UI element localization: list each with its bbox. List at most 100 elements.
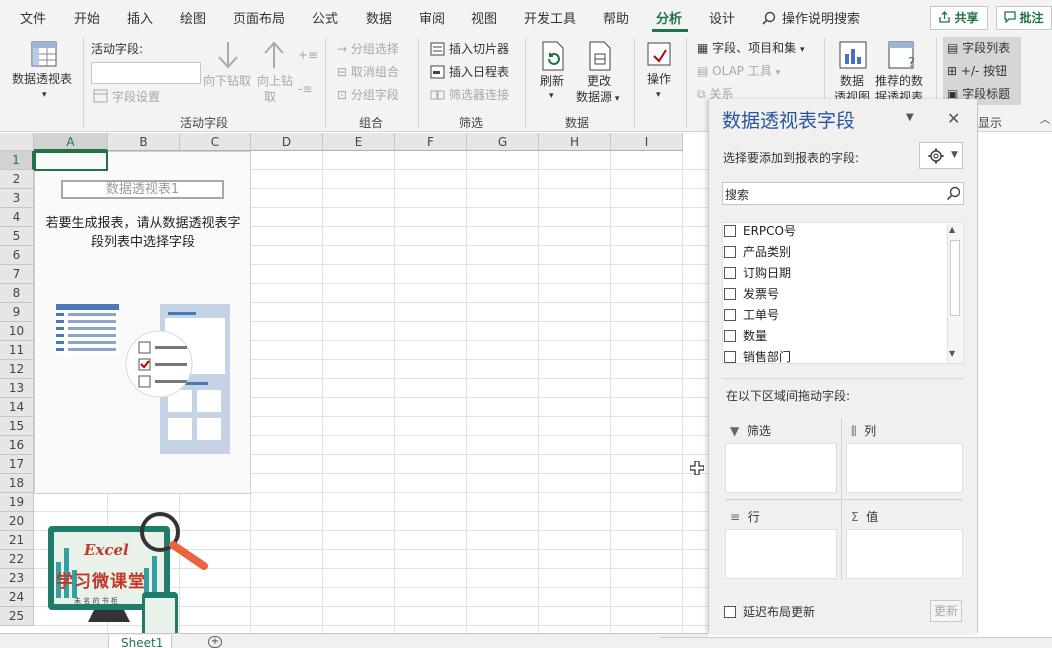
- row-header[interactable]: 9: [0, 303, 34, 322]
- chevron-down-icon[interactable]: ▾: [656, 88, 661, 102]
- row-header[interactable]: 1: [0, 151, 34, 170]
- row-header[interactable]: 5: [0, 227, 34, 246]
- row-header[interactable]: 8: [0, 284, 34, 303]
- field-item[interactable]: 订购日期: [724, 263, 791, 283]
- row-header[interactable]: 23: [0, 569, 34, 588]
- menu-tab[interactable]: 开发工具: [524, 8, 576, 27]
- refresh-button[interactable]: 刷新: [540, 74, 564, 88]
- row-header[interactable]: 18: [0, 474, 34, 493]
- pivot-chart-button[interactable]: 数据: [840, 74, 864, 88]
- columns-drop-area[interactable]: [846, 443, 963, 493]
- row-header[interactable]: 20: [0, 512, 34, 531]
- olap-tools-button[interactable]: ▤ OLAP 工具 ▾: [697, 64, 780, 80]
- row-header[interactable]: 10: [0, 322, 34, 341]
- sheet-tab[interactable]: Sheet1: [108, 635, 172, 648]
- row-header[interactable]: 11: [0, 341, 34, 360]
- field-item[interactable]: ERPCO号: [724, 221, 796, 241]
- horizontal-scrollbar[interactable]: [660, 637, 1052, 648]
- menu-tab[interactable]: 页面布局: [233, 8, 285, 27]
- defer-layout-update[interactable]: 延迟布局更新: [724, 603, 815, 620]
- column-header[interactable]: D: [251, 133, 323, 151]
- drill-up-button[interactable]: 向上钻: [257, 74, 293, 88]
- field-item[interactable]: 产品类别: [724, 242, 791, 262]
- row-header[interactable]: 16: [0, 436, 34, 455]
- pivot-table-button[interactable]: 数据透视表: [12, 72, 72, 86]
- add-sheet-icon[interactable]: +: [208, 636, 222, 648]
- ungroup-button[interactable]: ⊟ 取消组合: [337, 65, 399, 79]
- actions-button[interactable]: 操作: [647, 72, 671, 86]
- chevron-down-icon[interactable]: ▾: [549, 89, 554, 103]
- column-header[interactable]: I: [611, 133, 683, 151]
- field-item[interactable]: 销售部门: [724, 347, 791, 367]
- row-header[interactable]: 13: [0, 379, 34, 398]
- menu-tab[interactable]: 审阅: [419, 8, 445, 27]
- comment-button[interactable]: 批注: [996, 6, 1052, 30]
- column-header[interactable]: E: [323, 133, 395, 151]
- select-all-corner[interactable]: [0, 133, 34, 151]
- field-checkbox[interactable]: [724, 350, 736, 363]
- group-field-button[interactable]: ⊡ 分组字段: [337, 88, 399, 102]
- worksheet-grid-right[interactable]: [978, 133, 1052, 648]
- menu-tab[interactable]: 插入: [127, 8, 153, 27]
- insert-timeline-button[interactable]: 插入日程表: [449, 65, 509, 79]
- column-header[interactable]: G: [467, 133, 539, 151]
- field-checkbox[interactable]: [724, 266, 736, 279]
- change-data-source-button[interactable]: 更改: [587, 74, 611, 88]
- menu-tab[interactable]: 视图: [471, 8, 497, 27]
- drill-down-button[interactable]: 向下钻取: [203, 74, 251, 88]
- search-icon[interactable]: [946, 186, 961, 201]
- column-header[interactable]: F: [395, 133, 467, 151]
- scroll-down-icon[interactable]: ▼: [949, 349, 955, 358]
- menu-tab[interactable]: 绘图: [180, 8, 206, 27]
- expand-field-icon[interactable]: +≡: [298, 48, 318, 62]
- menu-tab[interactable]: 数据: [366, 8, 392, 27]
- field-checkbox[interactable]: [724, 245, 736, 258]
- menu-tab[interactable]: 设计: [709, 8, 735, 27]
- rows-drop-area[interactable]: [725, 529, 837, 579]
- row-header[interactable]: 4: [0, 208, 34, 227]
- field-settings-button[interactable]: 字段设置: [112, 90, 160, 104]
- collapse-field-icon[interactable]: -≡: [298, 82, 312, 96]
- field-item[interactable]: 数量: [724, 326, 767, 346]
- field-list-scrollbar[interactable]: ▲ ▼: [947, 224, 962, 363]
- column-header[interactable]: B: [108, 133, 180, 151]
- menu-tab[interactable]: 分析: [656, 8, 682, 27]
- values-drop-area[interactable]: [846, 529, 963, 579]
- field-checkbox[interactable]: [724, 224, 736, 237]
- filter-connections-button[interactable]: 筛选器连接: [449, 88, 509, 102]
- row-header[interactable]: 12: [0, 360, 34, 379]
- close-icon[interactable]: ✕: [947, 109, 960, 128]
- row-header[interactable]: 15: [0, 417, 34, 436]
- field-search-input[interactable]: [722, 182, 964, 205]
- field-item[interactable]: 工单号: [724, 305, 779, 325]
- field-checkbox[interactable]: [724, 287, 736, 300]
- group-selection-button[interactable]: → 分组选择: [337, 42, 399, 56]
- row-header[interactable]: 24: [0, 588, 34, 607]
- menu-tab[interactable]: 文件: [20, 8, 46, 27]
- tell-me-search[interactable]: 操作说明搜索: [762, 8, 860, 27]
- column-header[interactable]: H: [539, 133, 611, 151]
- row-header[interactable]: 2: [0, 170, 34, 189]
- defer-checkbox[interactable]: [724, 605, 736, 618]
- menu-tab[interactable]: 帮助: [603, 8, 629, 27]
- field-list-toggle[interactable]: ▤ 字段列表: [947, 41, 1010, 55]
- row-header[interactable]: 14: [0, 398, 34, 417]
- column-header[interactable]: A: [34, 133, 108, 151]
- row-header[interactable]: 17: [0, 455, 34, 474]
- selected-cell-a1[interactable]: [34, 151, 108, 171]
- row-header[interactable]: 7: [0, 265, 34, 284]
- row-header[interactable]: 21: [0, 531, 34, 550]
- column-header[interactable]: C: [180, 133, 251, 151]
- menu-tab[interactable]: 开始: [74, 8, 100, 27]
- pane-tools-button[interactable]: ▼: [919, 142, 963, 169]
- active-field-input[interactable]: [91, 62, 201, 84]
- chevron-down-icon[interactable]: ▾: [42, 88, 47, 102]
- recommended-pivot-button[interactable]: 推荐的数: [875, 74, 923, 88]
- scrollbar-thumb[interactable]: [950, 240, 960, 316]
- fields-items-sets-button[interactable]: ▦ 字段、项目和集 ▾: [697, 41, 805, 57]
- menu-tab[interactable]: 公式: [312, 8, 338, 27]
- field-checkbox[interactable]: [724, 329, 736, 342]
- pane-options-chevron-icon[interactable]: ▼: [906, 112, 914, 123]
- field-item[interactable]: 发票号: [724, 284, 779, 304]
- chevron-down-icon[interactable]: ▾: [612, 94, 620, 104]
